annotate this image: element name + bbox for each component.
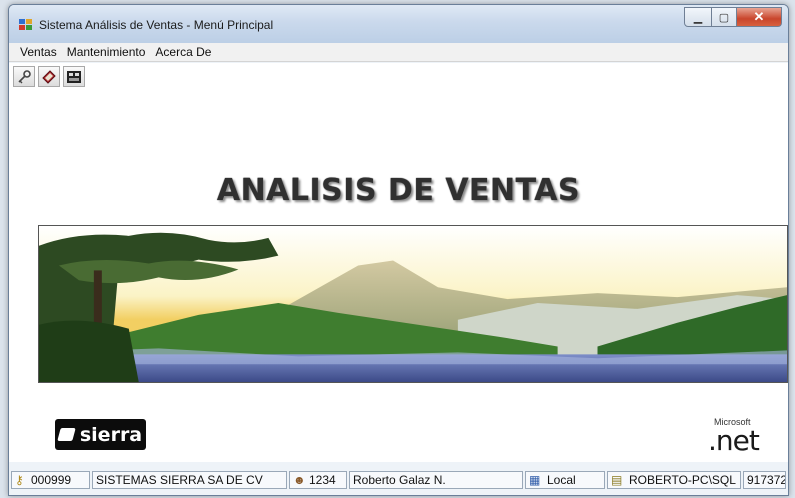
- user-status-icon: ☻: [293, 473, 306, 487]
- window-title: Sistema Análisis de Ventas - Menú Princi…: [39, 18, 274, 32]
- key-status-icon: ⚷: [15, 473, 24, 487]
- caption-buttons: ▁ ▢ ✕: [684, 7, 782, 27]
- calculator-icon: [67, 70, 81, 83]
- maximize-icon: ▢: [718, 11, 730, 24]
- location-text: Local: [547, 473, 576, 487]
- calculator-toolbar-button[interactable]: [63, 66, 85, 87]
- status-location: ▦ Local: [525, 471, 605, 489]
- sierra-logo: sierra: [55, 419, 146, 450]
- status-company-name: SISTEMAS SIERRA SA DE CV: [92, 471, 287, 489]
- minimize-button[interactable]: ▁: [684, 7, 712, 27]
- key-toolbar-button[interactable]: [13, 66, 35, 87]
- app-icon[interactable]: [19, 19, 33, 31]
- menu-ventas[interactable]: Ventas: [15, 43, 62, 61]
- status-server: ▤ ROBERTO-PC\SQL: [607, 471, 741, 489]
- status-user-name: Roberto Galaz N.: [349, 471, 523, 489]
- sierra-mark-icon: [57, 428, 76, 441]
- main-content: ANALISIS DE VENTAS sierra Microsoft .net: [9, 91, 788, 462]
- book-icon: [42, 69, 56, 84]
- database-status-icon: ▤: [611, 473, 623, 487]
- maximize-button[interactable]: ▢: [712, 7, 737, 27]
- server-text: ROBERTO-PC\SQL: [629, 473, 736, 487]
- status-extra: 917372: [743, 471, 786, 489]
- menu-bar: Ventas Mantenimiento Acerca De: [9, 43, 788, 62]
- menu-mantenimiento[interactable]: Mantenimiento: [62, 43, 151, 61]
- status-bar: ⚷ 000999 SISTEMAS SIERRA SA DE CV ☻ 1234 R…: [9, 468, 788, 491]
- status-user-code: ☻ 1234: [289, 471, 347, 489]
- key-icon: [18, 69, 31, 83]
- dotnet-logo: .net: [708, 424, 760, 457]
- sierra-logo-text: sierra: [79, 423, 143, 446]
- status-company-code: ⚷ 000999: [11, 471, 90, 489]
- landscape-image: [38, 225, 788, 383]
- menu-acerca-de[interactable]: Acerca De: [150, 43, 216, 61]
- toolbar: [9, 63, 788, 91]
- network-status-icon: ▦: [529, 473, 541, 487]
- close-button[interactable]: ✕: [737, 7, 782, 27]
- book-toolbar-button[interactable]: [38, 66, 60, 87]
- user-code-text: 1234: [309, 473, 336, 487]
- title-bar[interactable]: Sistema Análisis de Ventas - Menú Princi…: [9, 5, 788, 44]
- company-code-text: 000999: [31, 473, 72, 487]
- main-window: Sistema Análisis de Ventas - Menú Princi…: [8, 4, 789, 496]
- close-icon: ✕: [753, 9, 765, 24]
- page-title: ANALISIS DE VENTAS: [216, 173, 581, 208]
- minimize-icon: ▁: [693, 11, 703, 24]
